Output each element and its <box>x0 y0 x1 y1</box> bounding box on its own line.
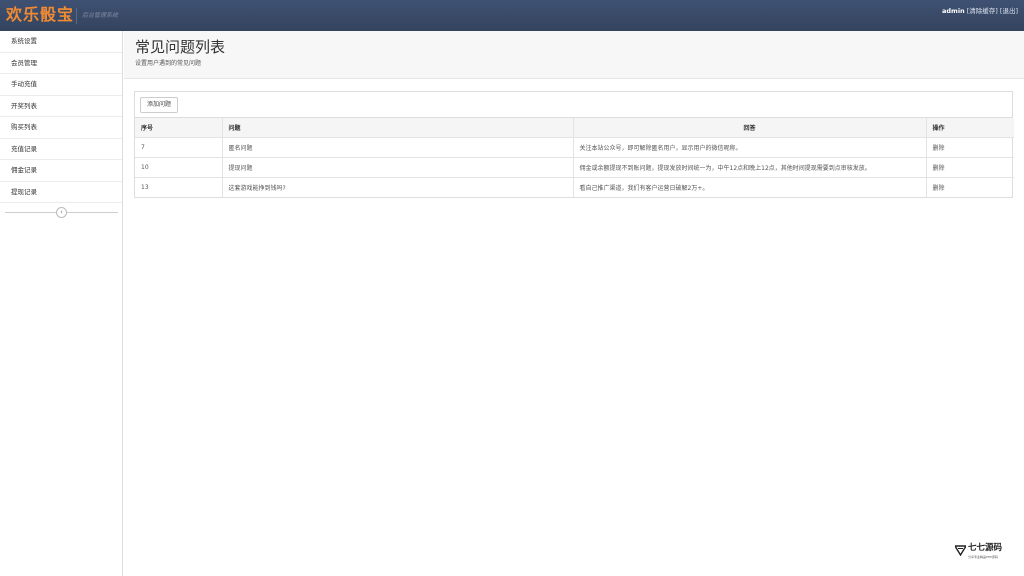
user-toolbar: admin [清除缓存] [退出] <box>942 7 1018 15</box>
sidebar-collapse-bar: ‹ <box>5 207 118 218</box>
cell-id: 13 <box>135 177 223 197</box>
faq-panel: 添加问题 序号 问题 回答 操作 7 匿名问题 关注本站公众号，即可解除匿名用户… <box>134 91 1014 198</box>
brand-logo[interactable]: 欢乐骰宝 <box>6 5 74 25</box>
page-subtitle: 设置用户遇到的常见问题 <box>135 60 202 67</box>
sidebar-item-members[interactable]: 会员管理 <box>0 53 122 74</box>
sidebar-item-recharge-records[interactable]: 充值记录 <box>0 139 122 160</box>
sidebar-item-draw-list[interactable]: 开奖列表 <box>0 96 122 117</box>
top-navbar: 欢乐骰宝 后台管理系统 admin [清除缓存] [退出] <box>0 0 1024 31</box>
logout-link[interactable]: [退出] <box>1000 7 1018 15</box>
watermark-subtitle: 分享专业精品PHP源码 <box>968 555 998 559</box>
column-header-id: 序号 <box>135 118 223 138</box>
sidebar: 系统设置 会员管理 手动充值 开奖列表 购买列表 充值记录 佣金记录 提现记录 … <box>0 31 123 576</box>
cell-question: 匿名问题 <box>222 137 574 158</box>
page-header: 常见问题列表 设置用户遇到的常见问题 <box>124 31 1024 79</box>
column-header-answer: 回答 <box>573 118 927 138</box>
sidebar-item-withdraw-records[interactable]: 提现记录 <box>0 182 122 203</box>
table-row: 7 匿名问题 关注本站公众号，即可解除匿名用户，显示用户的微信昵称。 删除 <box>135 137 1014 158</box>
column-header-action: 操作 <box>926 118 1014 138</box>
username: admin <box>942 7 965 15</box>
cell-id: 7 <box>135 137 223 158</box>
brand-divider <box>76 8 77 24</box>
panel-toolbar: 添加问题 <box>135 92 1012 118</box>
page-title: 常见问题列表 <box>135 38 226 56</box>
cell-answer: 看自己推广渠道，我们有客户运营日破解2万+。 <box>573 177 927 197</box>
brand-subtitle: 后台管理系统 <box>82 12 119 19</box>
cell-answer: 关注本站公众号，即可解除匿名用户，显示用户的微信昵称。 <box>573 137 927 158</box>
chevron-left-icon[interactable]: ‹ <box>56 207 67 218</box>
faq-table: 序号 问题 回答 操作 7 匿名问题 关注本站公众号，即可解除匿名用户，显示用户… <box>135 118 1014 197</box>
watermark: 七七源码 分享专业精品PHP源码 <box>955 543 1015 563</box>
table-row: 13 这套游戏能挣到钱吗? 看自己推广渠道，我们有客户运营日破解2万+。 删除 <box>135 177 1014 197</box>
clear-cache-link[interactable]: [清除缓存] <box>967 7 998 15</box>
cell-question: 提现问题 <box>222 157 574 178</box>
column-header-question: 问题 <box>222 118 574 138</box>
sidebar-item-manual-recharge[interactable]: 手动充值 <box>0 74 122 96</box>
add-question-button[interactable]: 添加问题 <box>140 97 179 113</box>
cell-answer: 佣金或余额提现不到账问题，提现发放时间统一为，中午12点和晚上12点，其他时间提… <box>573 157 927 178</box>
cell-question: 这套游戏能挣到钱吗? <box>222 177 574 197</box>
sidebar-item-purchase-list[interactable]: 购买列表 <box>0 117 122 139</box>
cell-id: 10 <box>135 157 223 178</box>
sidebar-item-commission-records[interactable]: 佣金记录 <box>0 160 122 182</box>
delete-link[interactable]: 删除 <box>933 165 945 172</box>
delete-link[interactable]: 删除 <box>933 185 945 192</box>
table-header-row: 序号 问题 回答 操作 <box>135 118 1014 138</box>
delete-link[interactable]: 删除 <box>933 145 945 152</box>
sidebar-item-system-settings[interactable]: 系统设置 <box>0 31 122 53</box>
watermark-title: 七七源码 <box>968 543 1003 553</box>
watermark-logo-icon <box>955 545 966 556</box>
table-row: 10 提现问题 佣金或余额提现不到账问题，提现发放时间统一为，中午12点和晚上1… <box>135 157 1014 178</box>
